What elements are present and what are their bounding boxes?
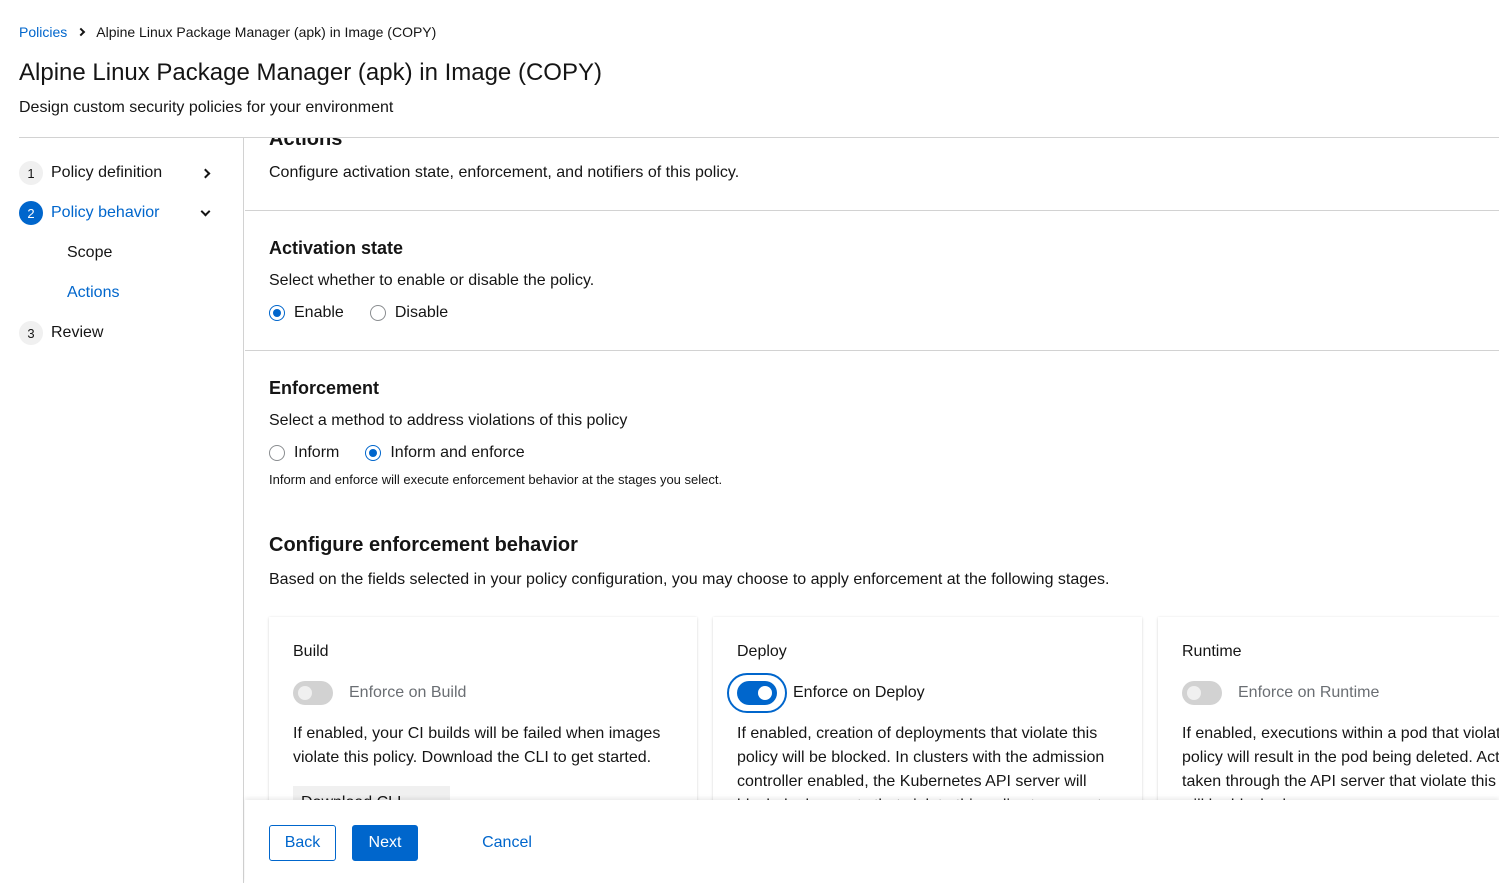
nav-substep-actions[interactable]: Actions: [67, 284, 119, 302]
enforce-on-build-toggle[interactable]: [293, 681, 333, 705]
enable-radio-label[interactable]: Enable: [294, 304, 344, 322]
nav-step-policy-behavior[interactable]: 2 Policy behavior: [19, 201, 219, 225]
chevron-right-icon: [200, 168, 211, 178]
section-divider: [245, 210, 1499, 211]
wizard-footer: Back Next Cancel: [245, 800, 1499, 883]
inform-and-enforce-radio[interactable]: [365, 445, 382, 461]
step-label: Policy definition: [51, 164, 163, 181]
enforcement-description: Select a method to address violations of…: [269, 412, 628, 429]
page-header: Policies Alpine Linux Package Manager (a…: [0, 0, 1499, 137]
runtime-card-text: If enabled, executions within a pod that…: [1182, 725, 1499, 800]
disable-radio-label[interactable]: Disable: [395, 304, 448, 322]
nav-step-policy-definition[interactable]: 1 Policy definition: [19, 161, 219, 185]
page-subtitle: Design custom security policies for your…: [19, 99, 394, 116]
breadcrumb: Policies Alpine Linux Package Manager (a…: [19, 24, 436, 40]
behavior-description: Based on the fields selected in your pol…: [269, 571, 1110, 588]
enable-radio[interactable]: [269, 305, 285, 321]
wizard-nav: 1 Policy definition 2 Policy behavior Sc…: [0, 138, 244, 883]
behavior-heading: Configure enforcement behavior: [269, 534, 578, 556]
download-cli-button[interactable]: Download CLI: [293, 786, 450, 800]
enforce-on-deploy-toggle[interactable]: [737, 681, 777, 705]
step-number: 2: [19, 201, 43, 225]
nav-step-review[interactable]: 3 Review: [19, 321, 219, 345]
step-label: Policy behavior: [51, 204, 160, 221]
activation-heading: Activation state: [269, 238, 404, 258]
runtime-card: Runtime Enforce on Runtime If enabled, e…: [1158, 617, 1499, 800]
toggle-focus-ring: [727, 673, 787, 713]
build-card-title: Build: [293, 643, 329, 660]
step-label: Review: [51, 324, 104, 341]
deploy-card: Deploy Enforce on Deploy If enabled, cre…: [713, 617, 1142, 800]
enforcement-radio-group: Inform Inform and enforce: [269, 444, 551, 462]
inform-radio-label[interactable]: Inform: [294, 444, 339, 462]
runtime-card-title: Runtime: [1182, 643, 1242, 660]
next-button[interactable]: Next: [352, 825, 418, 861]
enforce-on-runtime-toggle[interactable]: [1182, 681, 1222, 705]
page-title: Alpine Linux Package Manager (apk) in Im…: [19, 59, 602, 86]
actions-heading: Actions: [269, 138, 343, 150]
disable-radio[interactable]: [369, 305, 386, 321]
runtime-switch-row: Enforce on Runtime: [1182, 681, 1379, 705]
deploy-switch-row: Enforce on Deploy: [727, 673, 925, 713]
activation-radio-group: Enable Disable: [269, 304, 474, 322]
main-content[interactable]: Actions Configure activation state, enfo…: [245, 138, 1499, 800]
breadcrumb-current: Alpine Linux Package Manager (apk) in Im…: [96, 24, 437, 40]
deploy-card-title: Deploy: [737, 643, 787, 660]
breadcrumb-policies-link[interactable]: Policies: [19, 24, 67, 40]
nav-substep-scope[interactable]: Scope: [67, 244, 112, 262]
build-switch-row: Enforce on Build: [293, 681, 466, 705]
enforcement-helper-text: Inform and enforce will execute enforcem…: [269, 472, 723, 487]
build-card: Build Enforce on Build If enabled, your …: [269, 617, 697, 800]
back-button[interactable]: Back: [269, 825, 336, 861]
activation-description: Select whether to enable or disable the …: [269, 272, 595, 289]
step-number: 1: [19, 161, 43, 185]
chevron-down-icon: [200, 206, 211, 216]
deploy-card-text: If enabled, creation of deployments that…: [737, 725, 1105, 800]
section-divider: [245, 350, 1499, 351]
chevron-right-icon: [77, 27, 86, 37]
inform-and-enforce-radio-label[interactable]: Inform and enforce: [390, 444, 524, 462]
enforce-on-deploy-label: Enforce on Deploy: [793, 684, 925, 701]
build-card-text: If enabled, your CI builds will be faile…: [293, 725, 661, 766]
cancel-button[interactable]: Cancel: [467, 825, 547, 861]
inform-radio[interactable]: [269, 445, 285, 461]
step-number: 3: [19, 321, 43, 345]
enforce-on-build-label: Enforce on Build: [349, 684, 467, 701]
enforcement-heading: Enforcement: [269, 378, 380, 398]
enforce-on-runtime-label: Enforce on Runtime: [1238, 684, 1380, 701]
actions-description: Configure activation state, enforcement,…: [269, 164, 740, 181]
